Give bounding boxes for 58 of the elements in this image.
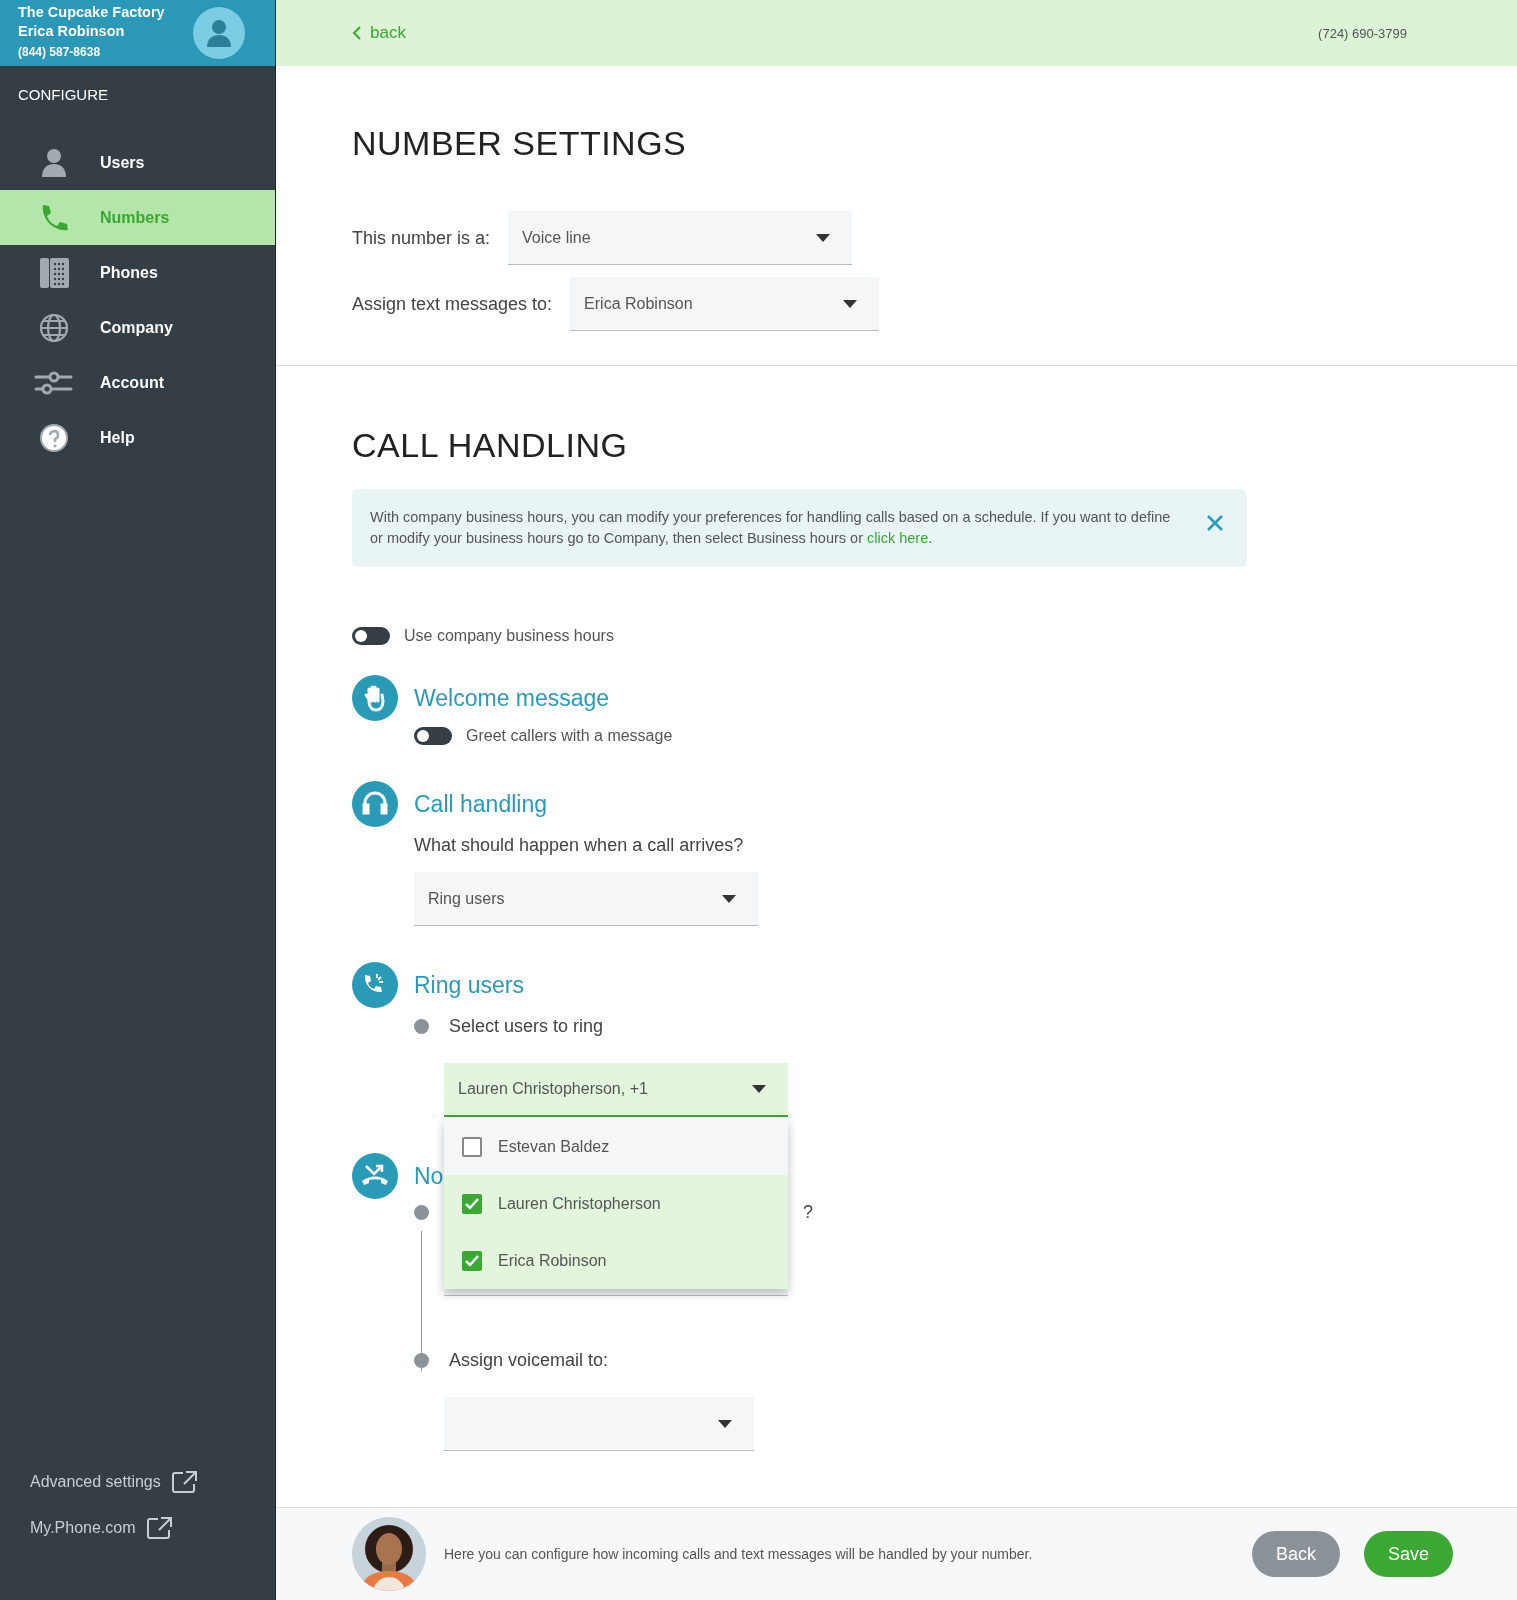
phone-number: (844) 587-8638	[18, 44, 102, 61]
step-bullet	[414, 1353, 429, 1368]
dropdown[interactable]	[444, 1397, 754, 1451]
section-title: Welcome message	[414, 684, 610, 712]
user-name: Erica Robinson	[18, 22, 126, 41]
menu-option[interactable]: Estevan Baldez	[444, 1119, 788, 1175]
checkbox[interactable]	[462, 1193, 482, 1214]
section-heading: CONFIGURE	[17, 85, 109, 105]
external-link-icon	[170, 1470, 199, 1494]
nav-item[interactable]: Help	[0, 410, 275, 465]
caret-icon	[843, 299, 858, 308]
avatar-icon[interactable]	[193, 7, 245, 59]
caret-icon	[816, 233, 831, 242]
field-label: This number is a:	[352, 227, 491, 249]
nav-item[interactable]: Account	[0, 355, 275, 410]
hand-icon	[352, 675, 398, 721]
step-bullet	[414, 1205, 429, 1220]
menu-option[interactable]: Erica Robinson	[444, 1232, 788, 1289]
checkbox[interactable]	[462, 1250, 482, 1271]
section-title: No	[414, 1162, 444, 1190]
caret-icon	[718, 1419, 732, 1428]
caret-icon	[752, 1085, 766, 1093]
toggle-switch[interactable]	[352, 627, 390, 645]
question-text: What should happen when a call arrives?	[414, 835, 745, 856]
external-link[interactable]: Advanced settings	[30, 1470, 275, 1494]
headset-icon	[352, 781, 398, 827]
nav-item[interactable]: Company	[0, 300, 275, 355]
step-bullet	[414, 1019, 429, 1034]
chevron-left-icon	[352, 26, 362, 40]
phone-ringing-icon	[352, 962, 398, 1008]
step-label: Assign voicemail to:	[449, 1350, 609, 1371]
close-button[interactable]	[1205, 513, 1225, 533]
phone-hangup-icon	[352, 1153, 398, 1199]
dropdown[interactable]: Voice line	[508, 211, 853, 265]
nav-item[interactable]: Phones	[0, 245, 275, 300]
step-label: Select users to ring	[449, 1016, 604, 1037]
dropdown[interactable]: Lauren Christopherson, +1	[444, 1063, 788, 1117]
section-title: CALL HANDLING	[352, 426, 629, 465]
dropdown[interactable]: Ring users	[414, 872, 758, 926]
dropdown[interactable]: Erica Robinson	[570, 277, 880, 331]
info-text: With company business hours, you can modify your preferences for handling calls based on a schedule. If you want to define or modify your business hours go to Company, then select Business hours or click here.	[370, 508, 1172, 548]
section-title: Call handling	[414, 790, 547, 818]
company-name: The Cupcake Factory	[18, 3, 165, 22]
caret-icon	[722, 894, 736, 903]
toggle-label: Greet callers with a message	[466, 727, 673, 745]
external-link[interactable]: My.Phone.com	[30, 1516, 275, 1540]
checkbox[interactable]	[462, 1137, 482, 1157]
toggle-label: Use company business hours	[404, 627, 614, 645]
nav-item[interactable]: Users	[0, 135, 275, 190]
menu-option[interactable]: Lauren Christopherson	[444, 1175, 788, 1232]
toggle-switch[interactable]	[414, 727, 452, 745]
page-title: NUMBER SETTINGS	[352, 124, 688, 163]
external-link-icon	[145, 1516, 174, 1540]
phone-number: (724) 690-3799	[1318, 25, 1407, 41]
question-text: ?	[803, 1202, 813, 1223]
help-text: Here you can configure how incoming calls and text messages will be handled by your number.	[444, 1546, 1034, 1562]
section-title: Ring users	[414, 971, 524, 999]
field-label: Assign text messages to:	[352, 293, 553, 315]
